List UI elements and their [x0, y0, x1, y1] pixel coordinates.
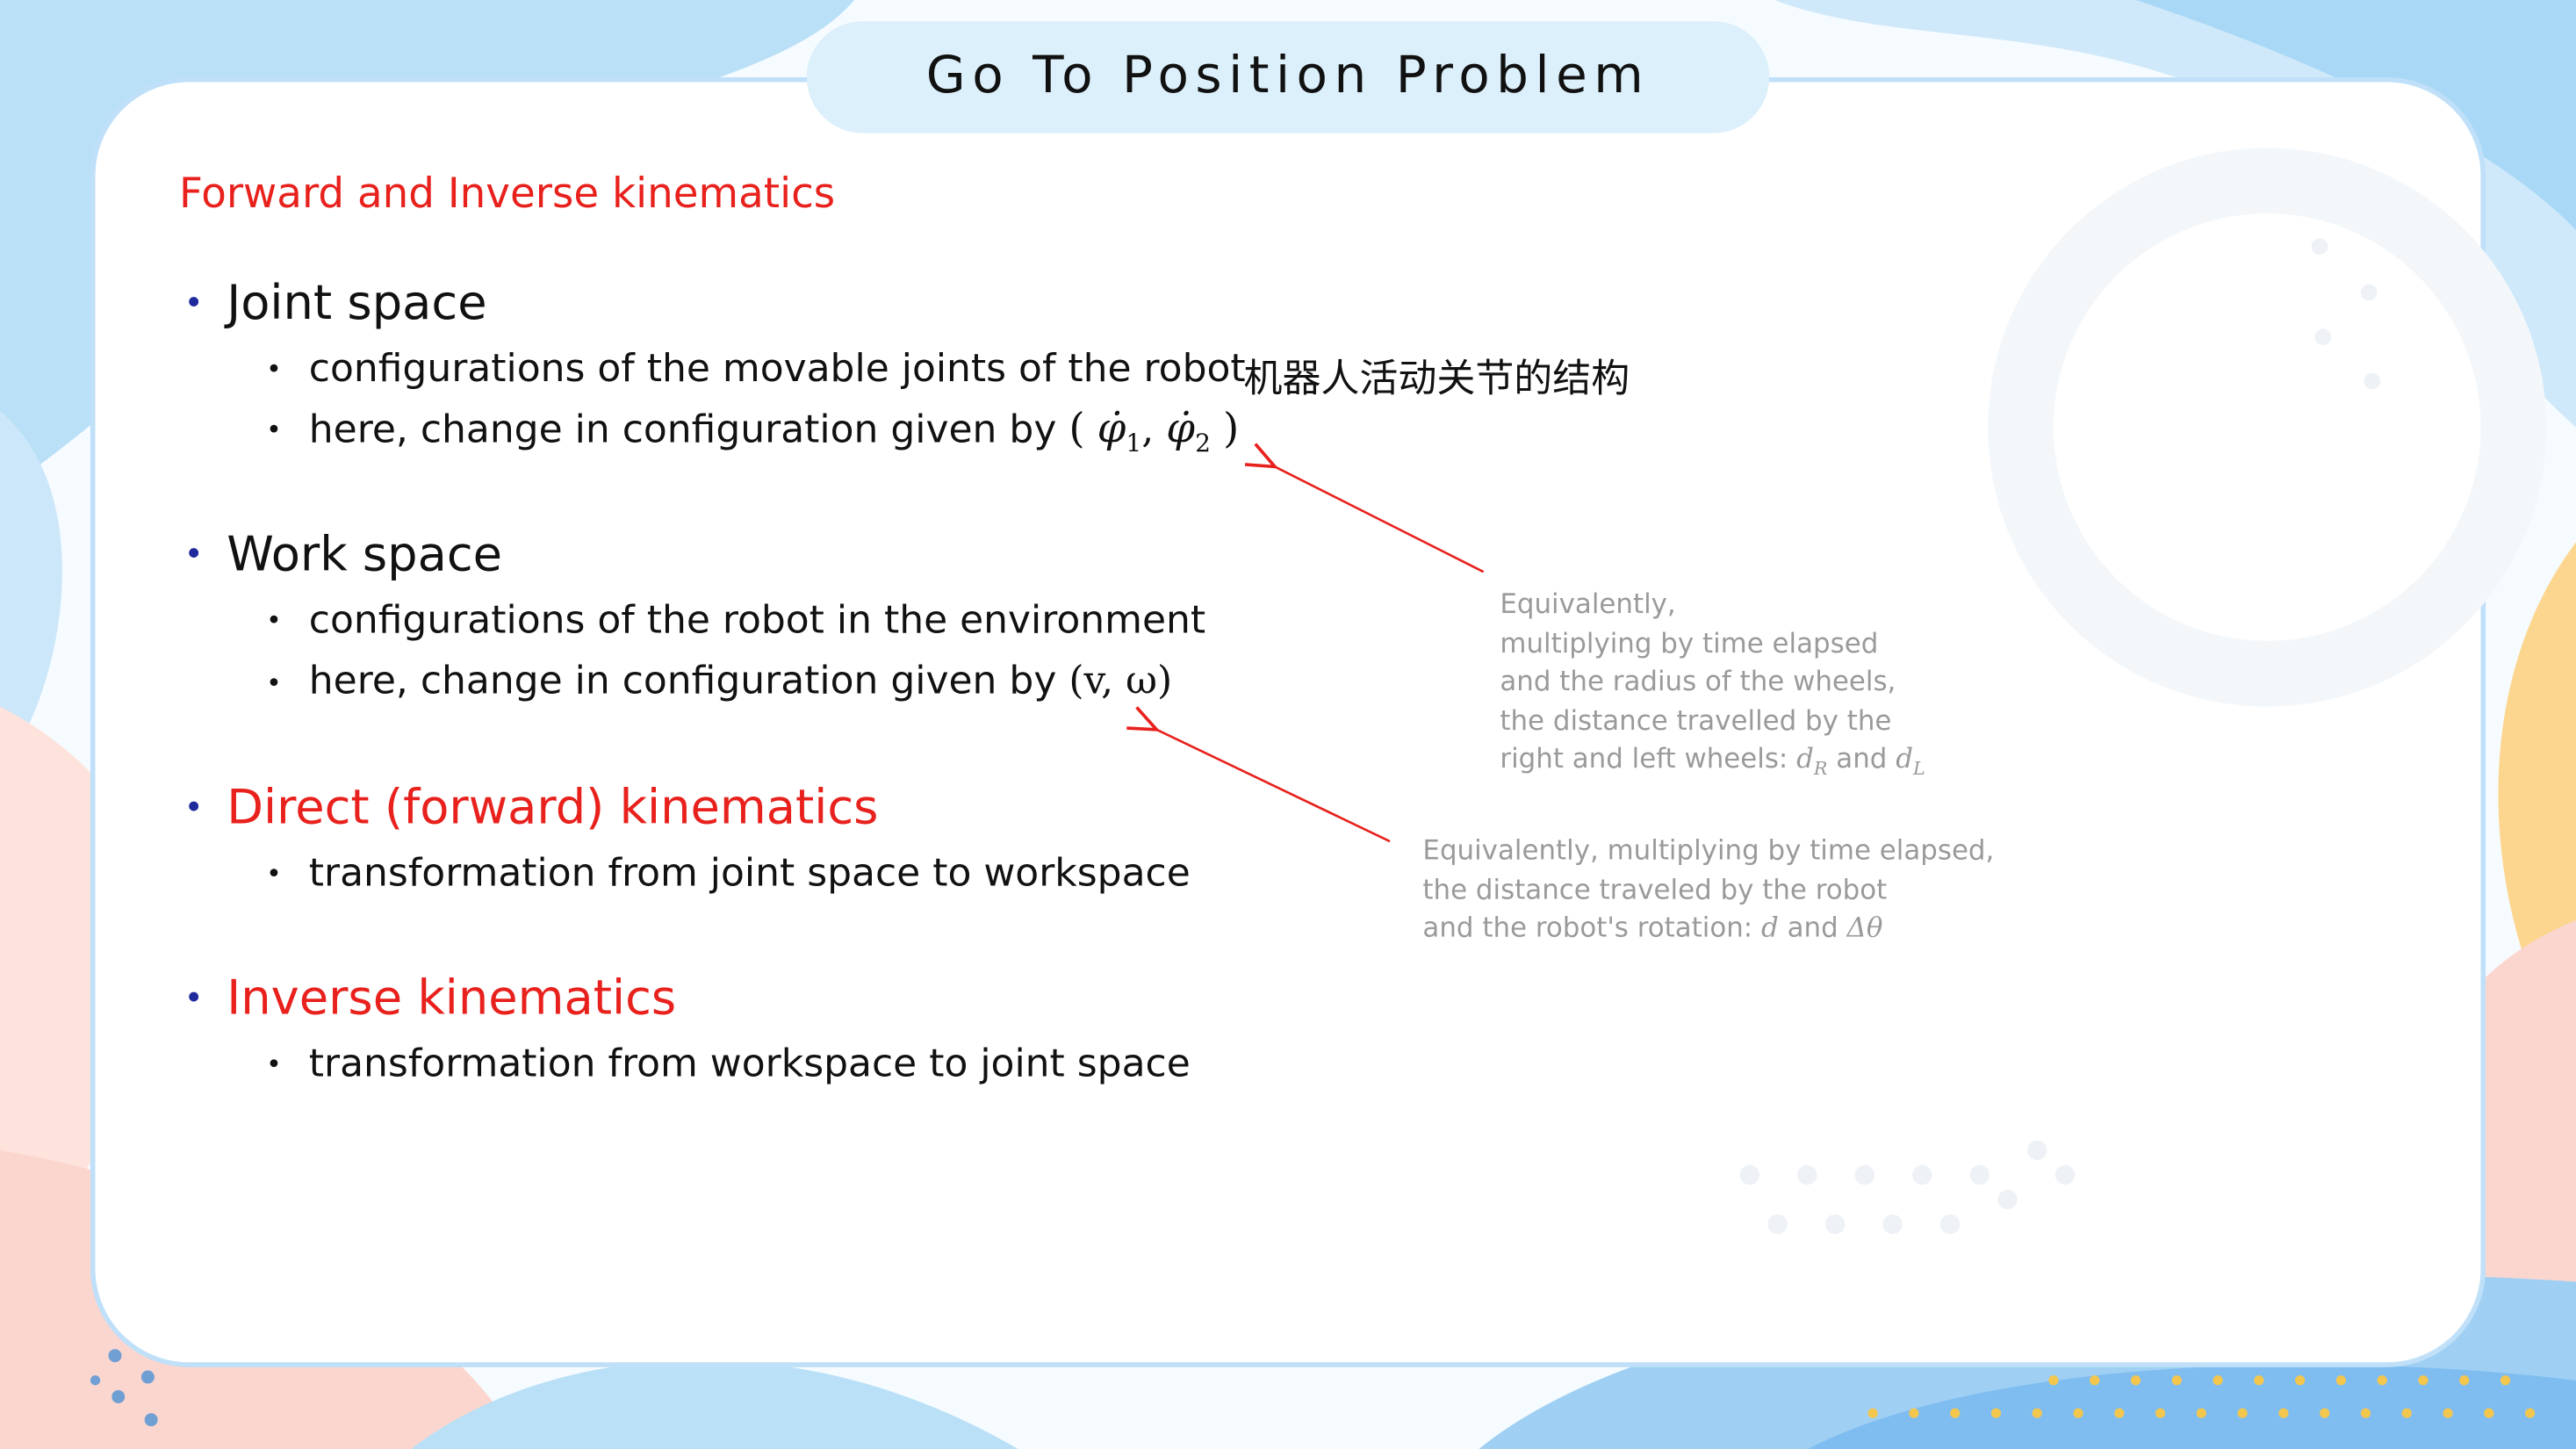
- robot-note-line-3-text: and the robot's rotation:: [1422, 912, 1753, 944]
- math-delta-theta: Δθ: [1846, 912, 1883, 944]
- math-dL: d: [1896, 742, 1913, 775]
- robot-note-line-3: and the robot's rotation: d and Δθ: [1422, 909, 1994, 948]
- wheels-note-line-4: the distance travelled by the: [1500, 703, 1892, 736]
- math-d: d: [1761, 912, 1779, 944]
- annotation-arrows: [0, 0, 1485, 843]
- robot-note: Equivalently, multiplying by time elapse…: [1422, 832, 1994, 948]
- math-dR-sub: R: [1813, 758, 1828, 780]
- robot-note-and: and: [1787, 912, 1838, 944]
- wheels-note-line-1: Equivalently,: [1500, 588, 1676, 620]
- math-dR: d: [1796, 742, 1814, 775]
- math-dL-sub: L: [1912, 758, 1925, 780]
- wheels-note-line-2: multiplying by time elapsed: [1500, 626, 1879, 659]
- wheels-note-and: and: [1836, 742, 1888, 775]
- wheels-note-line-3: and the radius of the wheels,: [1500, 665, 1896, 697]
- wheels-note-line-5-text: right and left wheels:: [1500, 742, 1788, 775]
- wheels-note: Equivalently, multiplying by time elapse…: [1500, 585, 1925, 789]
- wheels-note-line-5: right and left wheels: dR and dL: [1500, 739, 1925, 789]
- slide: Go To Position Problem Forward and Inver…: [0, 0, 2576, 1449]
- robot-note-line-1: Equivalently, multiplying by time elapse…: [1422, 834, 1995, 867]
- robot-note-line-2: the distance traveled by the robot: [1422, 873, 1888, 905]
- arrow-to-work-space: [1156, 730, 1391, 843]
- arrow-to-joint-space: [1275, 466, 1485, 573]
